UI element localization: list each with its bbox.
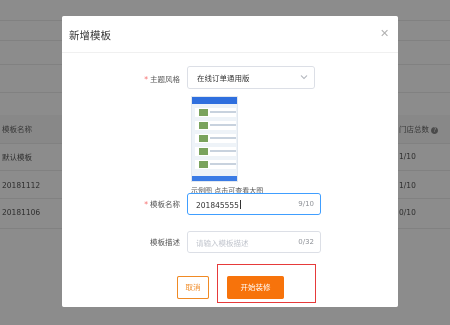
start-decorating-button[interactable]: 开始装修 bbox=[227, 276, 284, 299]
template-preview-image[interactable] bbox=[191, 96, 238, 182]
template-description-counter: 0/32 bbox=[298, 238, 314, 246]
template-description-placeholder: 请输入模板描述 bbox=[196, 239, 249, 248]
cancel-button[interactable]: 取消 bbox=[177, 276, 209, 299]
template-description-label: 模板描述 bbox=[150, 238, 180, 247]
template-name-value: 201845555 bbox=[196, 200, 241, 210]
theme-label: * 主题风格 bbox=[144, 75, 180, 84]
dialog-title: 新增模板 bbox=[69, 30, 111, 42]
close-icon[interactable]: ✕ bbox=[380, 27, 389, 40]
template-name-input[interactable]: 201845555 9/10 bbox=[187, 193, 321, 215]
template-name-label: * 模板名称 bbox=[144, 200, 180, 209]
template-name-counter: 9/10 bbox=[298, 200, 314, 208]
template-description-input[interactable]: 请输入模板描述 0/32 bbox=[187, 231, 321, 253]
theme-select-value: 在线订单通用版 bbox=[197, 74, 250, 83]
add-template-dialog: 新增模板 ✕ * 主题风格 在线订单通用版 示例图 点击可查看大图 * 模板名称 2… bbox=[62, 16, 398, 307]
theme-select[interactable]: 在线订单通用版 bbox=[187, 66, 315, 89]
chevron-down-icon bbox=[300, 75, 308, 80]
header-divider bbox=[62, 52, 398, 53]
